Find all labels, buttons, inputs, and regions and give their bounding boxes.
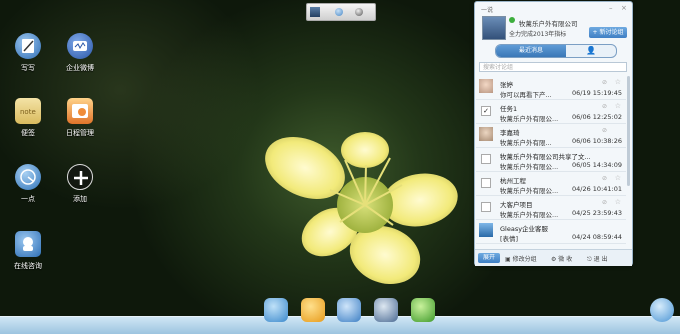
list-item[interactable]: 大客户项目 牧蓠乐户外有限公... ⊘ ☆ 04/25 23:59:43 — [476, 196, 626, 220]
signature[interactable]: 全力完成2013年指标 — [509, 29, 566, 38]
conversation-preview: 牧蓠乐户外有限公... — [500, 211, 559, 219]
new-discussion-button[interactable]: + 新讨论组 — [589, 27, 627, 38]
conversation-preview: 你可以再看下产... — [500, 91, 552, 99]
list-item[interactable]: Gleasy企业客服 [表情] 04/24 08:59:44 — [476, 220, 626, 244]
avatar — [479, 223, 493, 237]
conversation-preview: 牧蓠乐户外有限... — [500, 139, 552, 147]
list-item[interactable]: 李嘉琦 牧蓠乐户外有限... ⊘ 06/06 10:38:26 — [476, 124, 626, 148]
conversation-time: 04/25 23:59:43 — [572, 209, 622, 217]
settings-button[interactable]: ⚙ 微 收 — [551, 254, 572, 263]
yidian-icon — [15, 164, 41, 190]
note-icon: note — [15, 98, 41, 124]
pin-icon[interactable]: ⊘ — [602, 79, 607, 86]
conversation-name: 牧蓠乐户外有限公司共享了文... — [500, 153, 591, 161]
pen-icon — [15, 33, 41, 59]
star-icon[interactable]: ☆ — [615, 174, 621, 182]
conversation-preview: [表情] — [500, 235, 519, 243]
message-bubble-icon[interactable] — [650, 298, 674, 322]
expand-button[interactable]: 展开 — [478, 253, 500, 263]
tab-contacts[interactable]: 👤 — [566, 45, 616, 57]
yishuo-panel: 一说 – × 牧蓠乐户外有限公司 全力完成2013年指标 + 新讨论组 最近消息… — [474, 1, 633, 266]
star-icon[interactable]: ☆ — [615, 102, 621, 110]
checkbox[interactable] — [481, 178, 491, 188]
company-avatar[interactable] — [482, 16, 506, 40]
conversation-name: 大客户项目 — [500, 201, 533, 209]
globe-icon[interactable] — [335, 8, 343, 16]
star-icon[interactable]: ☆ — [615, 78, 621, 86]
conversation-preview: 牧蓠乐户外有限公... — [500, 115, 559, 123]
online-status-icon[interactable] — [509, 17, 515, 23]
desktop-icon-write[interactable]: 写写 — [8, 33, 48, 73]
conversation-name: 李嘉琦 — [500, 129, 520, 137]
conversation-time: 06/06 10:38:26 — [572, 137, 622, 145]
pin-icon[interactable]: ⊘ — [602, 175, 607, 182]
conversation-preview: 牧蓠乐户外有限公... — [500, 187, 559, 195]
search-input[interactable]: 搜索讨论组 — [479, 62, 627, 72]
conversation-name: Gleasy企业客服 — [500, 225, 549, 233]
desktop-icon-label: 写写 — [21, 64, 35, 72]
scrollbar[interactable] — [627, 76, 630, 186]
checkbox[interactable]: ✓ — [481, 106, 491, 116]
browser-icon[interactable] — [374, 298, 398, 322]
conversation-time: 04/24 08:59:44 — [572, 233, 622, 241]
avatar — [479, 127, 493, 141]
panel-title: 一说 — [481, 7, 494, 14]
panel-tabs: 最近消息 👤 — [495, 44, 617, 58]
desktop-icon-yidian[interactable]: 一点 — [8, 164, 48, 204]
company-name: 牧蓠乐户外有限公司 — [519, 20, 578, 28]
conversation-list: 张婷 你可以再看下产... ⊘ ☆ 06/19 15:19:45 ✓ 任务1 牧… — [476, 76, 626, 246]
desktop-icon-consult[interactable]: 在线咨询 — [8, 231, 48, 271]
avatar — [479, 79, 493, 93]
desktop-icon-label: 添加 — [73, 195, 87, 203]
conversation-name: 张婷 — [500, 81, 513, 89]
add-icon — [67, 164, 93, 190]
list-item[interactable]: 牧蓠乐户外有限公司共享了文... 牧蓠乐户外有限公... 06/05 14:34… — [476, 148, 626, 172]
tab-recent-messages[interactable]: 最近消息 — [496, 45, 566, 57]
pin-icon[interactable]: ⊘ — [602, 103, 607, 110]
desktop-icon-label: 便签 — [21, 129, 35, 137]
desktop-icon-note[interactable]: note 便签 — [8, 98, 48, 138]
conversation-time: 06/06 12:25:02 — [572, 113, 622, 121]
desktop-icon-label: 在线咨询 — [14, 262, 42, 270]
screen-icon[interactable] — [310, 7, 320, 17]
desktop-icon-weibo[interactable]: 企业微博 — [60, 33, 100, 73]
conversation-time: 06/05 14:34:09 — [572, 161, 622, 169]
list-item[interactable]: ✓ 任务1 牧蓠乐户外有限公... ⊘ ☆ 06/06 12:25:02 — [476, 100, 626, 124]
minimize-icon[interactable]: – — [609, 4, 613, 12]
desktop-icon-calendar[interactable]: 日程管理 — [60, 98, 100, 138]
group-icon: ▣ — [505, 256, 513, 263]
record-icon[interactable] — [355, 8, 363, 16]
close-icon[interactable]: × — [621, 4, 627, 12]
conversation-name: 杭州工程 — [500, 177, 526, 185]
star-icon[interactable]: ☆ — [615, 198, 621, 206]
logout-icon: ⎋ — [587, 256, 594, 263]
conversation-preview: 牧蓠乐户外有限公... — [500, 163, 559, 171]
chat-icon[interactable] — [411, 298, 435, 322]
conversation-time: 06/19 15:19:45 — [572, 89, 622, 97]
desktop-icon-label: 企业微博 — [66, 64, 94, 72]
list-item[interactable]: 张婷 你可以再看下产... ⊘ ☆ 06/19 15:19:45 — [476, 76, 626, 100]
conversation-name: 任务1 — [500, 105, 518, 113]
desktop-icon-add[interactable]: 添加 — [60, 164, 100, 204]
list-item[interactable]: 杭州工程 牧蓠乐户外有限公... ⊘ ☆ 04/26 10:41:01 — [476, 172, 626, 196]
cloud-icon[interactable] — [264, 298, 288, 322]
pin-icon[interactable]: ⊘ — [602, 127, 607, 134]
mail-icon[interactable] — [301, 298, 325, 322]
weibo-icon — [67, 33, 93, 59]
checkbox[interactable] — [481, 154, 491, 164]
conversation-time: 04/26 10:41:01 — [572, 185, 622, 193]
checkbox[interactable] — [481, 202, 491, 212]
calendar-icon — [67, 98, 93, 124]
logout-button[interactable]: ⎋ 退 出 — [587, 254, 608, 264]
desktop-icon-label: 一点 — [21, 195, 35, 203]
contacts-icon[interactable] — [337, 298, 361, 322]
panel-footer: 展开 ▣ 修改分组 ⚙ 微 收 ⎋ 退 出 — [475, 249, 632, 266]
edit-group-button[interactable]: ▣ 修改分组 — [505, 254, 537, 263]
pin-icon[interactable]: ⊘ — [602, 199, 607, 206]
svg-text:note: note — [20, 108, 36, 116]
desktop-icon-label: 日程管理 — [66, 129, 94, 137]
top-toolbar — [306, 3, 376, 21]
chat-consult-icon — [15, 231, 41, 257]
